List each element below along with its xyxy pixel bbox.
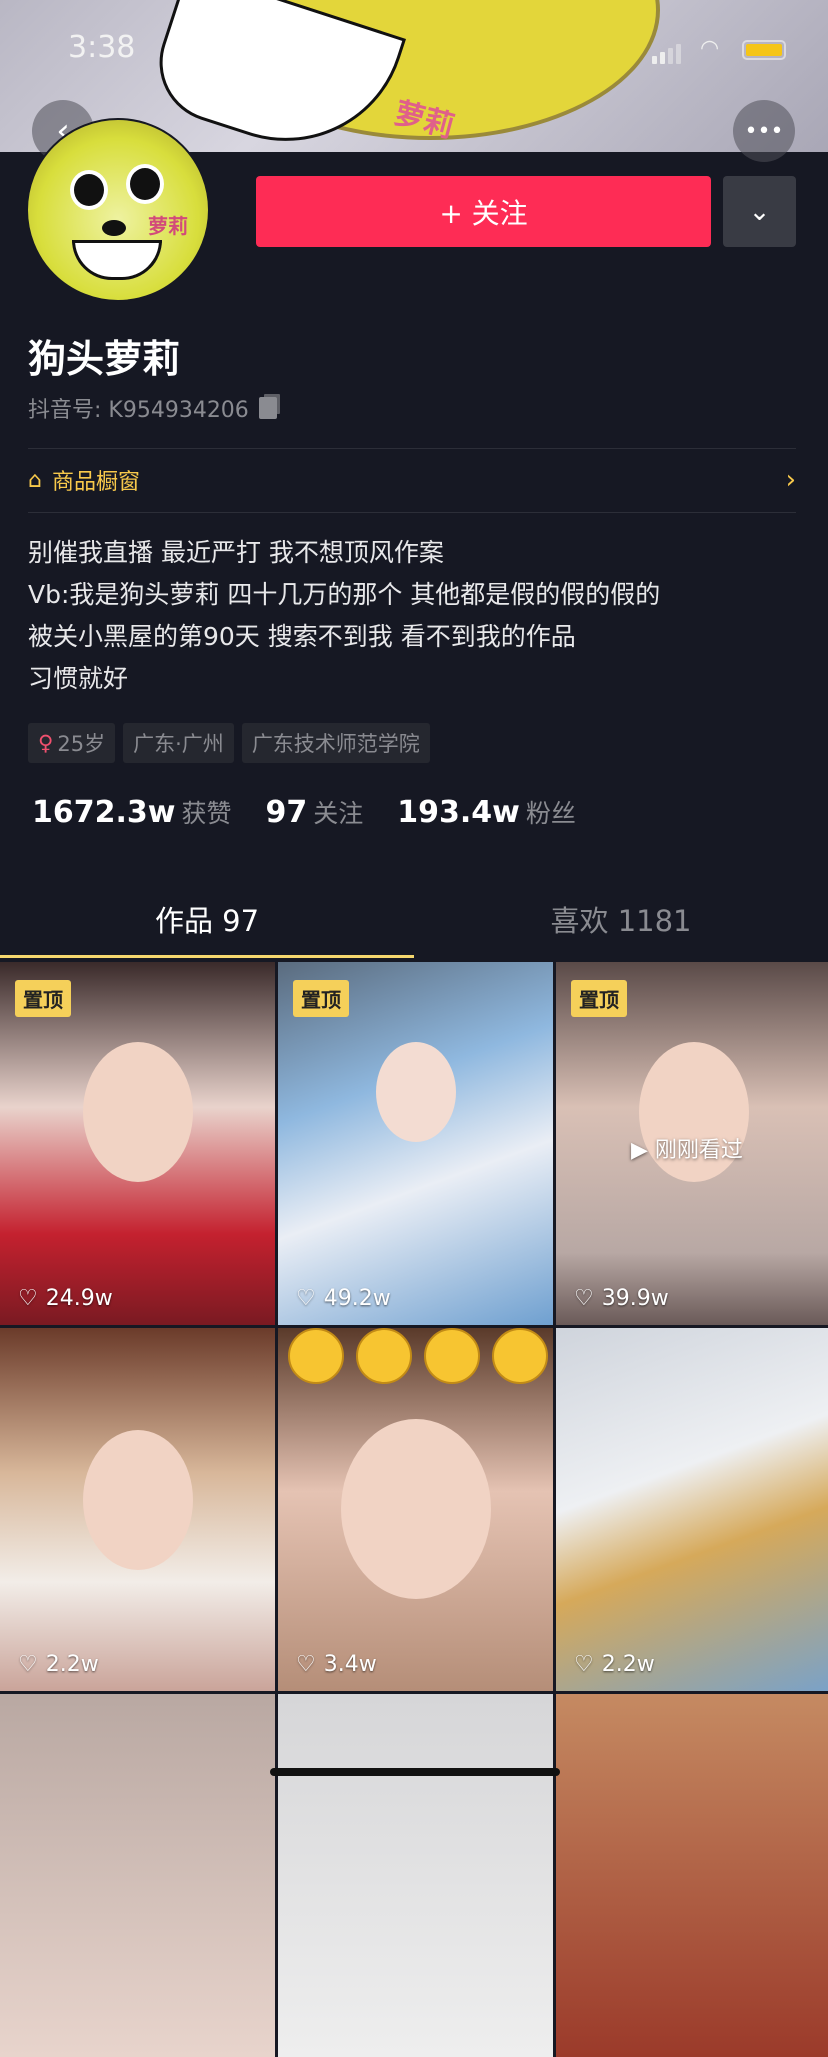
stat-followers[interactable]: 193.4w 粉丝 (397, 794, 576, 830)
wifi-icon: ◠ (700, 36, 720, 61)
pinned-badge: 置顶 (571, 980, 627, 1017)
stat-label: 粉丝 (525, 799, 576, 828)
profile-tabs: 作品 97 喜欢 1181 (0, 880, 828, 958)
like-count-text: 2.2w (601, 1652, 655, 1677)
emoji-icon (356, 1328, 412, 1384)
pinned-badge: 置顶 (293, 980, 349, 1017)
status-bar: 3:38 ◠ (0, 30, 828, 70)
profile-name: 狗头萝莉 (28, 337, 181, 381)
tab-likes[interactable]: 喜欢 1181 (414, 880, 828, 958)
bio-line: Vb:我是狗头萝莉 四十几万的那个 其他都是假的假的假的 (28, 580, 661, 609)
video-thumbnail[interactable]: ♡ 2.2w (0, 1328, 275, 1691)
heart-icon: ♡ (18, 1286, 38, 1311)
play-icon: ▶ (631, 1138, 655, 1163)
tag-label: 广东技术师范学院 (251, 732, 420, 756)
female-icon: ♀ (38, 731, 54, 755)
video-thumbnail[interactable]: 置顶 ♡ 24.9w (0, 962, 275, 1325)
video-thumbnail[interactable] (278, 1694, 553, 2057)
shop-icon: ⌂ (28, 467, 42, 493)
more-button[interactable]: ••• (733, 100, 795, 162)
video-thumbnail[interactable]: 置顶 ▶ 刚刚看过 ♡ 39.9w (556, 962, 828, 1325)
recommend-dropdown-button[interactable]: ⌄ (723, 176, 796, 247)
signal-icon (652, 44, 681, 64)
stat-label: 关注 (313, 799, 364, 828)
emoji-icon (424, 1328, 480, 1384)
heart-icon: ♡ (574, 1286, 594, 1311)
shop-label: 商品橱窗 (51, 470, 140, 495)
home-indicator (270, 1768, 560, 1776)
heart-icon: ♡ (18, 1652, 38, 1677)
video-thumbnail[interactable]: 置顶 ♡ 49.2w (278, 962, 553, 1325)
like-count-text: 24.9w (45, 1286, 113, 1311)
tab-works[interactable]: 作品 97 (0, 880, 414, 958)
like-count: ♡ 3.4w (296, 1652, 377, 1677)
video-thumbnail[interactable]: ♡ 2.2w (556, 1328, 828, 1691)
like-count: ♡ 2.2w (574, 1652, 655, 1677)
battery-icon (742, 40, 786, 60)
video-grid: 置顶 ♡ 24.9w 置顶 ♡ 49.2w 置顶 ▶ 刚刚看过 ♡ 39.9w ♡ 2.… (0, 962, 828, 2057)
like-count-text: 3.4w (323, 1652, 377, 1677)
bio-line: 被关小黑屋的第90天 搜索不到我 看不到我的作品 (28, 622, 576, 651)
pinned-badge: 置顶 (15, 980, 71, 1017)
like-count: ♡ 2.2w (18, 1652, 99, 1677)
stat-value: 193.4w (397, 795, 520, 830)
like-count-text: 39.9w (601, 1286, 669, 1311)
heart-icon: ♡ (296, 1652, 316, 1677)
stat-value: 1672.3w (32, 795, 176, 830)
like-count: ♡ 49.2w (296, 1286, 391, 1311)
emoji-icon (492, 1328, 548, 1384)
status-time: 3:38 (68, 30, 136, 65)
tag-location: 广东·广州 (123, 723, 234, 763)
stat-following[interactable]: 97 关注 (266, 794, 364, 830)
divider (28, 448, 796, 449)
bio-line: 习惯就好 (28, 664, 129, 693)
avatar-text: 萝莉 (148, 214, 188, 238)
stat-value: 97 (265, 795, 308, 830)
chevron-right-icon: › (785, 465, 796, 495)
bio-line: 别催我直播 最近严打 我不想顶风作案 (28, 538, 444, 567)
tag-label: 25岁 (57, 732, 106, 756)
tag-label: 广东·广州 (133, 732, 224, 756)
tag-age: ♀ 25岁 (28, 723, 116, 763)
stat-likes[interactable]: 1672.3w 获赞 (32, 794, 232, 830)
video-thumbnail[interactable] (0, 1694, 275, 2057)
bio: 别催我直播 最近严打 我不想顶风作案 Vb:我是狗头萝莉 四十几万的那个 其他都… (28, 532, 660, 700)
avatar[interactable]: 萝莉 (26, 118, 210, 302)
profile-tags: ♀ 25岁 广东·广州 广东技术师范学院 (28, 723, 430, 763)
profile-stats: 1672.3w 获赞 97 关注 193.4w 粉丝 (32, 794, 576, 830)
chevron-down-icon: ⌄ (748, 196, 771, 227)
douyin-id: 抖音号: K954934206 (28, 392, 277, 424)
like-count: ♡ 24.9w (18, 1286, 113, 1311)
recently-watched-text: 刚刚看过 (654, 1138, 743, 1163)
follow-button[interactable]: + 关注 (256, 176, 711, 247)
stat-label: 获赞 (181, 799, 232, 828)
like-count: ♡ 39.9w (574, 1286, 669, 1311)
heart-icon: ♡ (574, 1652, 594, 1677)
video-thumbnail[interactable]: ♡ 3.4w (278, 1328, 553, 1691)
recently-watched-label: ▶ 刚刚看过 (631, 1132, 743, 1164)
divider (28, 512, 796, 513)
follow-label: + 关注 (439, 196, 528, 230)
like-count-text: 2.2w (45, 1652, 99, 1677)
shop-window-row[interactable]: ⌂ 商品橱窗 › (28, 462, 796, 498)
copy-icon[interactable] (258, 397, 277, 419)
emoji-icon (288, 1328, 344, 1384)
like-count-text: 49.2w (323, 1286, 391, 1311)
video-thumbnail[interactable] (556, 1694, 828, 2057)
heart-icon: ♡ (296, 1286, 316, 1311)
tag-school: 广东技术师范学院 (241, 723, 430, 763)
douyin-id-text: 抖音号: K954934206 (28, 398, 249, 423)
more-icon: ••• (744, 118, 784, 144)
